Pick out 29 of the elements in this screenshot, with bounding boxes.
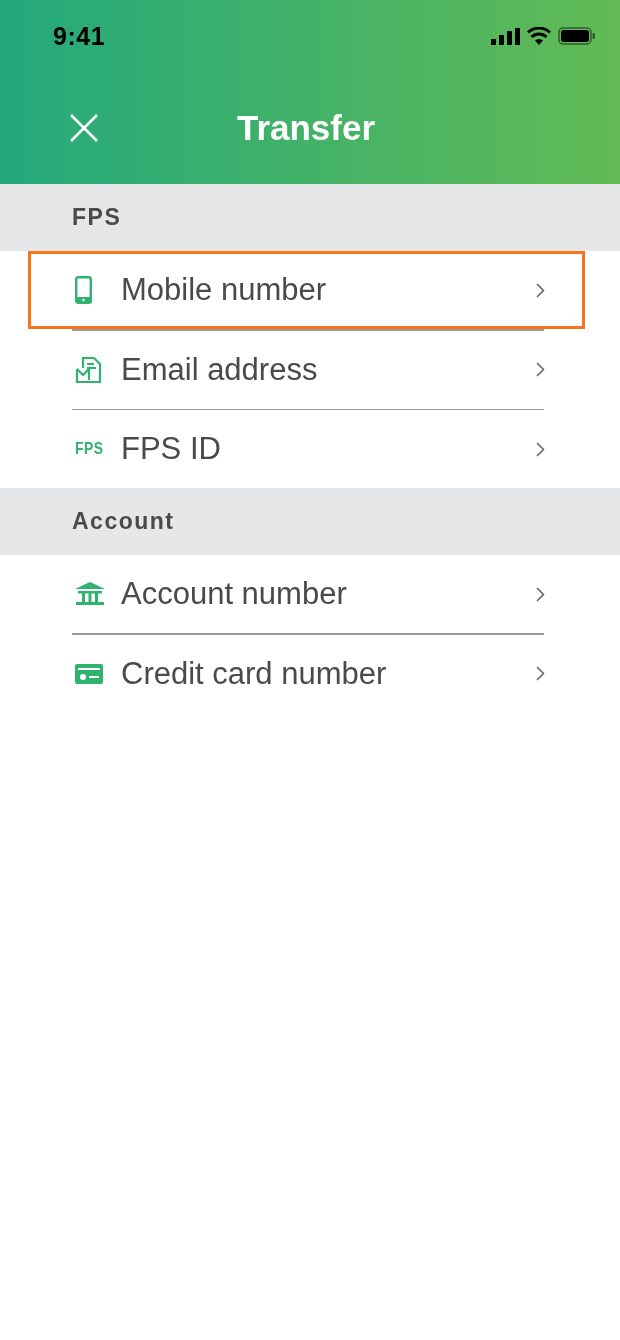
item-label: FPS ID <box>121 431 222 467</box>
chevron-right-icon <box>536 441 545 457</box>
item-label: Account number <box>121 576 348 612</box>
list-item[interactable]: Credit card number <box>28 634 585 713</box>
list-item[interactable]: Account number <box>28 555 585 633</box>
credit-card-icon <box>75 663 103 684</box>
close-button[interactable] <box>70 114 98 142</box>
signal-icon <box>491 27 520 45</box>
item-label: Credit card number <box>121 655 388 692</box>
item-label: Email address <box>121 351 319 388</box>
list-item[interactable]: Mobile number <box>28 251 585 329</box>
section-title: Account <box>72 508 175 535</box>
bank-icon <box>75 582 105 606</box>
chevron-right-icon <box>536 586 545 602</box>
screen-title: Transfer <box>236 108 376 148</box>
section-title: FPS <box>72 204 122 231</box>
fps-logo: FPS <box>75 439 104 459</box>
chevron-right-icon <box>536 282 545 298</box>
item-label: Mobile number <box>121 272 328 308</box>
battery-icon <box>558 27 596 45</box>
list-item[interactable]: Email address <box>28 330 585 409</box>
list-item[interactable]: FPS FPS ID <box>28 410 585 488</box>
status-time: 9:41 <box>53 21 106 51</box>
chevron-right-icon <box>536 362 545 377</box>
chevron-right-icon <box>536 666 545 681</box>
mail-document-icon <box>75 355 103 384</box>
wifi-icon <box>527 27 551 45</box>
phone-icon <box>75 276 92 304</box>
close-icon <box>70 114 98 142</box>
